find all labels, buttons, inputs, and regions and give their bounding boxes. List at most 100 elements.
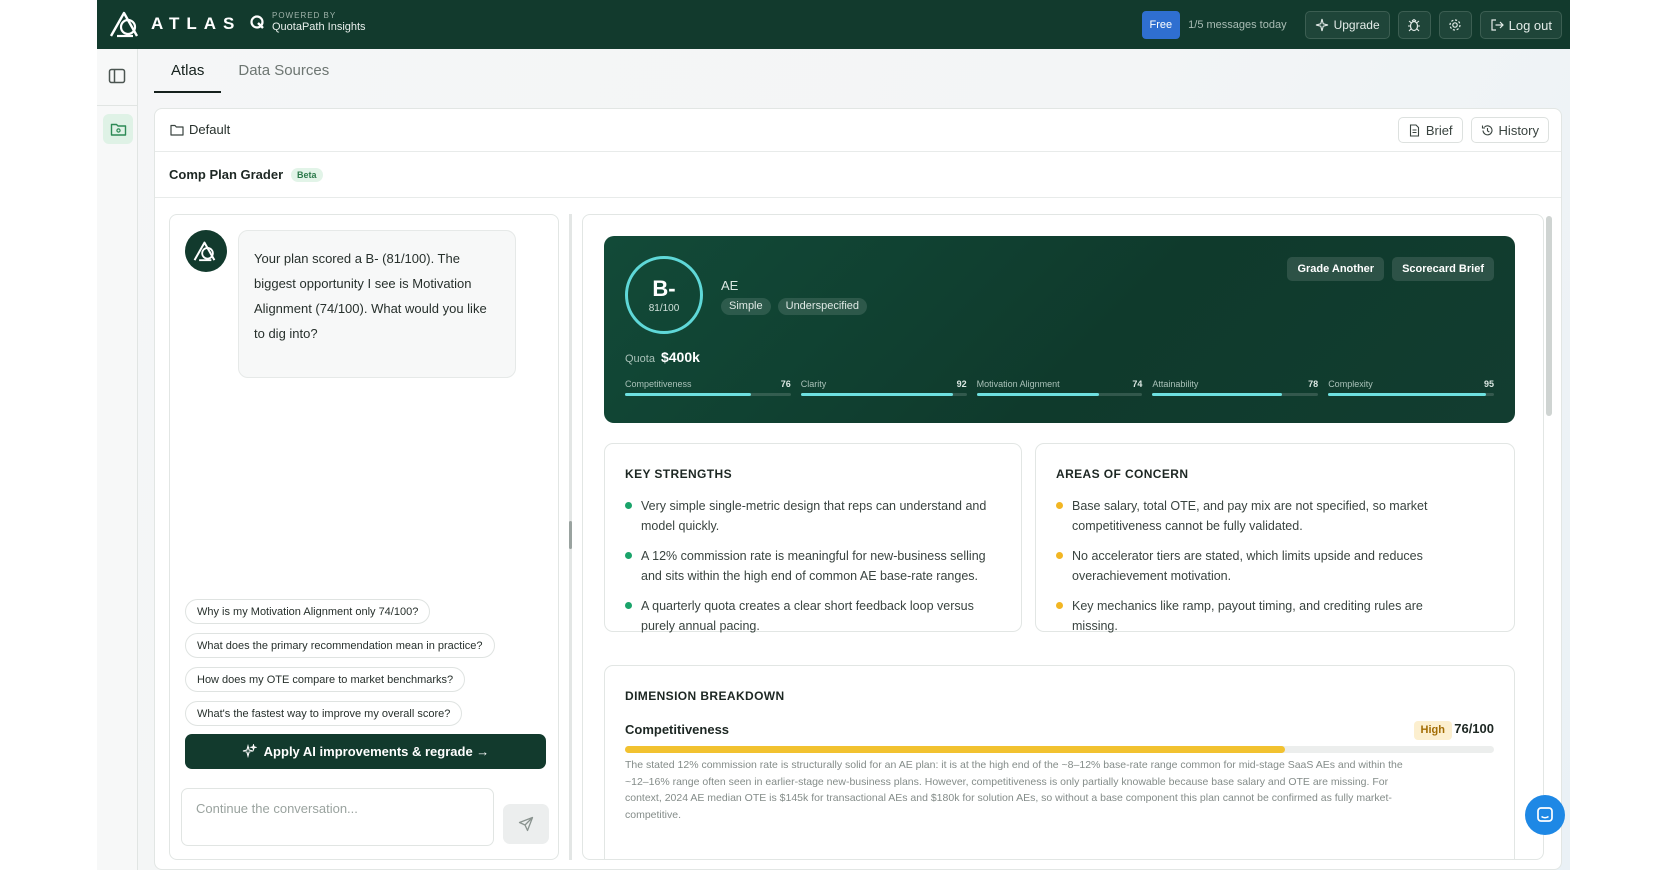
quota-label: Quota bbox=[625, 353, 655, 365]
concern-item: Base salary, total OTE, and pay mix are … bbox=[1056, 496, 1436, 536]
settings-button[interactable] bbox=[1438, 11, 1472, 39]
concerns-list: Base salary, total OTE, and pay mix are … bbox=[1056, 496, 1436, 646]
metric-motivation-alignment: Motivation Alignment 74 bbox=[976, 379, 1143, 399]
metric-complexity: Complexity 95 bbox=[1328, 379, 1494, 399]
upgrade-label: Upgrade bbox=[1333, 18, 1380, 32]
strength-item: A quarterly quota creates a clear short … bbox=[625, 596, 1005, 636]
plan-tag: Simple bbox=[721, 298, 771, 315]
metric-fill bbox=[976, 393, 1100, 396]
chat-panel: Your plan scored a B- (81/100). The bigg… bbox=[169, 214, 559, 860]
atlas-avatar bbox=[185, 230, 227, 272]
metric-fill bbox=[800, 393, 954, 396]
metric-track bbox=[1328, 393, 1494, 396]
bug-report-button[interactable] bbox=[1397, 11, 1431, 39]
suggestion-list: Why is my Motivation Alignment only 74/1… bbox=[185, 599, 495, 735]
suggestion-chip[interactable]: What does the primary recommendation mea… bbox=[185, 633, 495, 658]
dimension-score: 76/100 bbox=[1454, 721, 1494, 736]
plan-tag: Underspecified bbox=[777, 298, 867, 315]
amber-dot bbox=[1056, 502, 1063, 509]
concern-text: Key mechanics like ramp, payout timing, … bbox=[1072, 599, 1423, 633]
suggestion-chip[interactable]: How does my OTE compare to market benchm… bbox=[185, 667, 466, 692]
bug-icon bbox=[1408, 18, 1421, 32]
history-icon bbox=[1481, 124, 1493, 135]
grade-letter: B- bbox=[652, 275, 676, 301]
history-label: History bbox=[1498, 122, 1539, 138]
suggestion-chip[interactable]: Why is my Motivation Alignment only 74/1… bbox=[185, 599, 431, 624]
role-label: AE bbox=[721, 278, 739, 293]
metric-fill bbox=[1152, 393, 1282, 396]
results-scrollbar[interactable] bbox=[1546, 216, 1552, 416]
metric-attainability: Attainability 78 bbox=[1152, 379, 1319, 399]
atlas-logo[interactable]: ATLAS bbox=[109, 10, 241, 38]
chat-input[interactable]: Continue the conversation... bbox=[181, 788, 494, 846]
send-button[interactable] bbox=[503, 804, 549, 844]
resize-handle[interactable] bbox=[569, 521, 572, 549]
atlas-logo-icon bbox=[193, 241, 216, 262]
green-dot bbox=[625, 502, 632, 509]
sidebar-toggle-icon[interactable] bbox=[107, 66, 127, 86]
apply-improvements-button[interactable]: Apply AI improvements & regrade → bbox=[185, 734, 546, 769]
areas-of-concern-panel: AREAS OF CONCERN Base salary, total OTE,… bbox=[1035, 443, 1515, 633]
concern-item: No accelerator tiers are stated, which l… bbox=[1056, 546, 1436, 586]
concern-text: Base salary, total OTE, and pay mix are … bbox=[1072, 499, 1428, 533]
brief-label: Brief bbox=[1425, 122, 1453, 138]
left-rail bbox=[97, 49, 138, 870]
send-icon bbox=[518, 816, 534, 832]
plan-tags: Simple Underspecified bbox=[721, 298, 874, 315]
metric-value: 76 bbox=[780, 379, 791, 389]
dimension-breakdown-panel: DIMENSION BREAKDOWN Competitiveness High… bbox=[604, 665, 1515, 859]
strengths-list: Very simple single-metric design that re… bbox=[625, 496, 1005, 646]
partner-name: QuotaPath Insights bbox=[272, 20, 366, 33]
metric-value: 92 bbox=[956, 379, 967, 389]
brief-button[interactable]: Brief bbox=[1397, 117, 1463, 143]
apply-label: Apply AI improvements & regrade → bbox=[263, 744, 490, 759]
brand-name: ATLAS bbox=[151, 14, 242, 33]
metric-label: Motivation Alignment bbox=[976, 379, 1060, 389]
dimensions-title: DIMENSION BREAKDOWN bbox=[625, 689, 785, 703]
gear-icon bbox=[1449, 19, 1461, 31]
plan-badge: Free bbox=[1141, 11, 1181, 39]
metric-clarity: Clarity 92 bbox=[800, 379, 967, 399]
quota-value: $400k bbox=[660, 349, 700, 365]
message-count: 1/5 messages today bbox=[1188, 19, 1287, 31]
upgrade-button[interactable]: Upgrade bbox=[1304, 11, 1390, 39]
concerns-title: AREAS OF CONCERN bbox=[1056, 467, 1189, 481]
chat-bubble-icon bbox=[1537, 807, 1553, 822]
grader-title: Comp Plan Grader bbox=[169, 167, 284, 182]
folder-nav-button[interactable] bbox=[103, 114, 133, 144]
document-icon bbox=[1409, 123, 1419, 137]
top-bar: ATLAS POWERED BY QuotaPath Insights Free… bbox=[97, 0, 1570, 49]
logout-label: Log out bbox=[1508, 17, 1552, 33]
tab-data-sources[interactable]: Data Sources bbox=[221, 49, 346, 93]
sparkle-icon bbox=[242, 744, 257, 759]
breadcrumb[interactable]: Default bbox=[170, 122, 230, 137]
dimension-track bbox=[625, 746, 1494, 753]
suggestion-chip[interactable]: What's the fastest way to improve my ove… bbox=[185, 701, 463, 726]
dimension-description: The stated 12% commission rate is struct… bbox=[625, 759, 1403, 821]
history-button[interactable]: History bbox=[1470, 117, 1549, 143]
dimension-name: Competitiveness bbox=[625, 722, 730, 737]
strength-text: A quarterly quota creates a clear short … bbox=[641, 599, 974, 633]
powered-by: POWERED BY QuotaPath Insights bbox=[249, 11, 366, 33]
dimension-level-badge: High bbox=[1413, 721, 1452, 740]
card-header: Default Brief History bbox=[155, 109, 1561, 152]
strength-item: Very simple single-metric design that re… bbox=[625, 496, 1005, 536]
tab-atlas[interactable]: Atlas bbox=[154, 49, 222, 93]
score-card: B- 81/100 AE Simple Underspecified Grade… bbox=[604, 236, 1515, 423]
sparkle-icon bbox=[1315, 18, 1328, 32]
support-chat-button[interactable] bbox=[1525, 795, 1565, 835]
metric-label: Attainability bbox=[1152, 379, 1199, 389]
amber-dot bbox=[1056, 552, 1063, 559]
scorecard-brief-button[interactable]: Scorecard Brief bbox=[1392, 257, 1494, 281]
logout-button[interactable]: Log out bbox=[1479, 11, 1562, 39]
metric-competitiveness: Competitiveness 76 bbox=[625, 379, 791, 399]
amber-dot bbox=[1056, 602, 1063, 609]
grader-header: Comp Plan Grader Beta bbox=[155, 152, 1561, 198]
strength-item: A 12% commission rate is meaningful for … bbox=[625, 546, 1005, 586]
green-dot bbox=[625, 602, 632, 609]
logout-icon bbox=[1491, 19, 1504, 31]
grade-another-button[interactable]: Grade Another bbox=[1287, 257, 1385, 281]
quota-row: Quota $400k bbox=[625, 349, 700, 365]
results-panel: B- 81/100 AE Simple Underspecified Grade… bbox=[582, 214, 1544, 860]
beta-badge: Beta bbox=[291, 168, 323, 182]
